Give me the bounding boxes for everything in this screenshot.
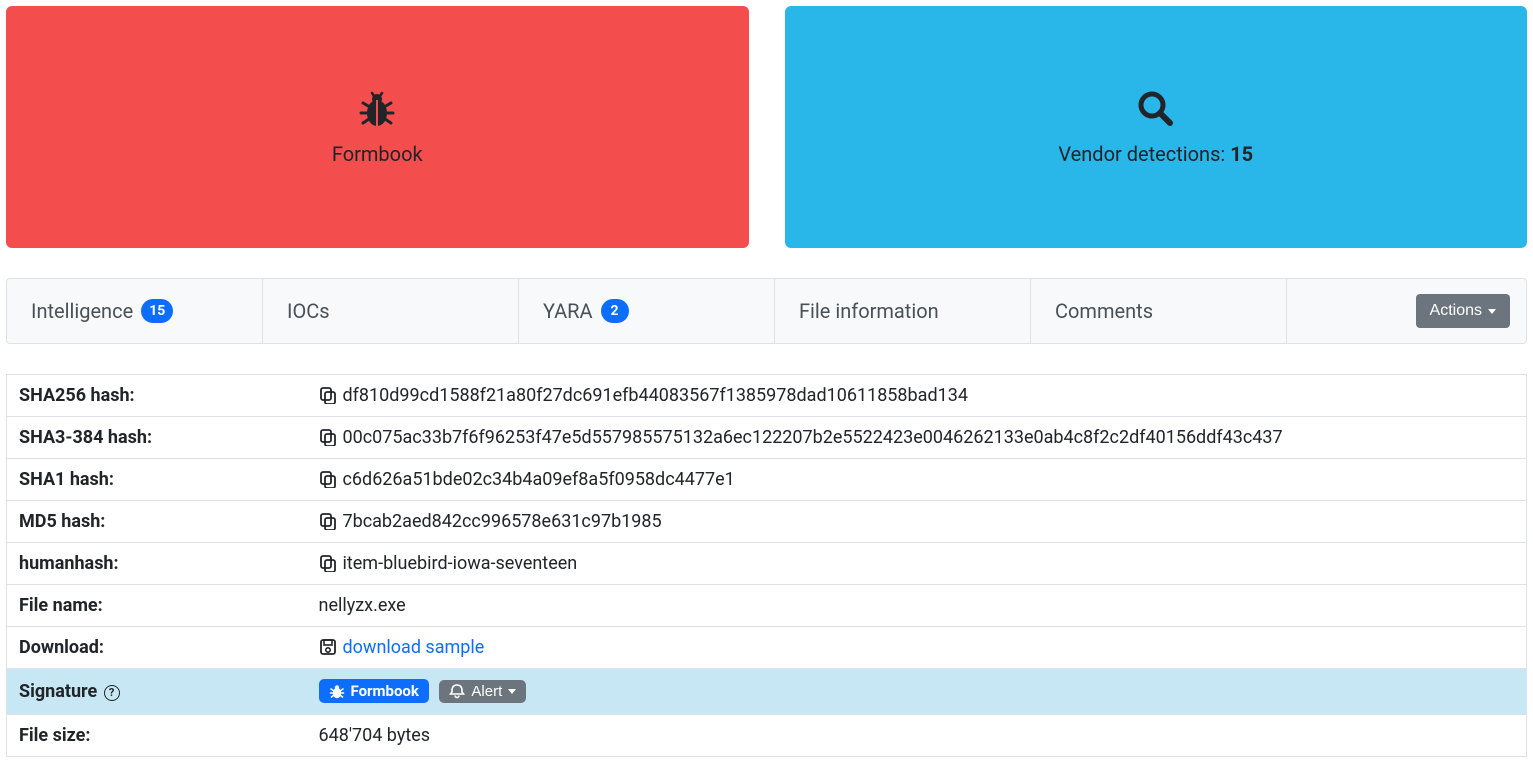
save-icon (319, 638, 337, 656)
row-download: Download: download sample (7, 627, 1527, 669)
malware-name: Formbook (332, 142, 423, 166)
detections-card: Vendor detections: 15 (785, 6, 1528, 248)
tab-yara[interactable]: YARA 2 (519, 279, 775, 343)
bug-icon (329, 683, 345, 699)
tab-label: File information (799, 299, 939, 323)
row-sha1: SHA1 hash: c6d626a51bde02c34b4a09ef8a5f0… (7, 459, 1527, 501)
tab-comments[interactable]: Comments (1031, 279, 1287, 343)
caret-down-icon (1488, 309, 1496, 314)
tab-badge: 15 (141, 299, 173, 323)
row-sha256: SHA256 hash: df810d99cd1588f21a80f27dc69… (7, 375, 1527, 417)
copy-icon[interactable] (319, 470, 337, 488)
tab-label: Comments (1055, 299, 1153, 323)
help-icon[interactable]: ? (104, 685, 120, 701)
malware-card: Formbook (6, 6, 749, 248)
sha3-384-value: 00c075ac33b7f6f96253f47e5d557985575132a6… (343, 427, 1283, 448)
filesize-value: 648'704 bytes (307, 715, 1527, 757)
tab-iocs[interactable]: IOCs (263, 279, 519, 343)
bug-icon (355, 89, 399, 134)
actions-button[interactable]: Actions (1416, 294, 1510, 328)
tab-label: YARA (543, 299, 593, 323)
row-sha3-384: SHA3-384 hash: 00c075ac33b7f6f96253f47e5… (7, 417, 1527, 459)
actions-cell: Actions (1287, 279, 1526, 343)
tabs: Intelligence 15 IOCs YARA 2 File informa… (6, 278, 1527, 344)
tab-label: IOCs (287, 299, 330, 323)
signature-badge[interactable]: Formbook (319, 679, 429, 703)
file-info-table: SHA256 hash: df810d99cd1588f21a80f27dc69… (6, 374, 1527, 757)
download-sample-link[interactable]: download sample (343, 637, 485, 658)
tab-label: Intelligence (31, 299, 133, 323)
sha1-value: c6d626a51bde02c34b4a09ef8a5f0958dc4477e1 (343, 469, 735, 490)
row-md5: MD5 hash: 7bcab2aed842cc996578e631c97b19… (7, 501, 1527, 543)
tab-intelligence[interactable]: Intelligence 15 (7, 279, 263, 343)
row-filesize: File size: 648'704 bytes (7, 715, 1527, 757)
filename-value: nellyzx.exe (307, 585, 1527, 627)
copy-icon[interactable] (319, 386, 337, 404)
copy-icon[interactable] (319, 428, 337, 446)
tab-file-information[interactable]: File information (775, 279, 1031, 343)
copy-icon[interactable] (319, 554, 337, 572)
caret-down-icon (508, 689, 516, 694)
row-signature: Signature ? Formbook Alert (7, 669, 1527, 715)
row-humanhash: humanhash: item-bluebird-iowa-seventeen (7, 543, 1527, 585)
tab-badge: 2 (601, 299, 629, 323)
bell-icon (449, 683, 465, 699)
row-filename: File name: nellyzx.exe (7, 585, 1527, 627)
sha256-value: df810d99cd1588f21a80f27dc691efb44083567f… (343, 385, 968, 406)
detections-text: Vendor detections: 15 (1058, 142, 1253, 166)
md5-value: 7bcab2aed842cc996578e631c97b1985 (343, 511, 662, 532)
alert-button[interactable]: Alert (439, 680, 526, 703)
search-icon (1136, 89, 1176, 134)
humanhash-value: item-bluebird-iowa-seventeen (343, 553, 578, 574)
copy-icon[interactable] (319, 512, 337, 530)
